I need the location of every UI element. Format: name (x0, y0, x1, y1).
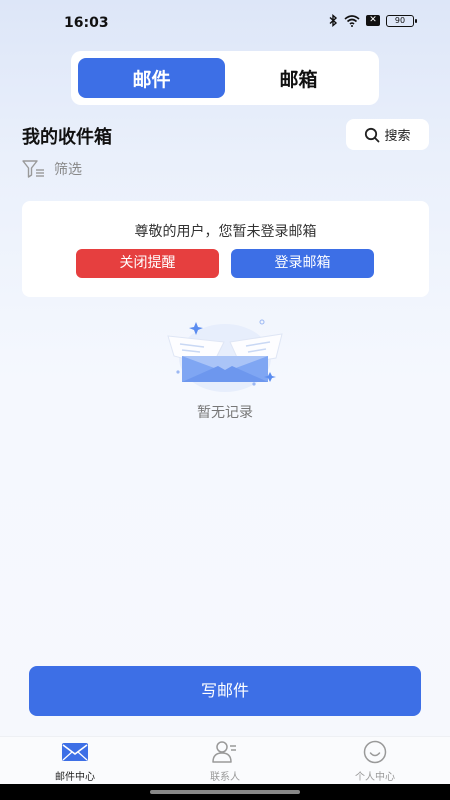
tab-mail[interactable]: 邮件 (78, 58, 225, 98)
empty-state-text: 暂无记录 (197, 405, 253, 421)
search-label: 搜索 (384, 129, 411, 144)
filter-icon (22, 160, 44, 178)
bottom-tab-bar: 邮件中心 联系人 个人中心 (0, 736, 450, 784)
segment-control: 邮件 邮箱 (71, 51, 379, 105)
profile-icon (360, 739, 390, 765)
status-time: 16:03 (64, 15, 109, 31)
bluetooth-icon (329, 14, 338, 27)
login-mailbox-button[interactable]: 登录邮箱 (231, 249, 374, 278)
search-button[interactable]: 搜索 (346, 119, 429, 150)
status-bar: 16:03 ✕ 90 (0, 0, 450, 44)
wifi-icon (344, 14, 360, 27)
notice-message: 尊敬的用户，您暂未登录邮箱 (134, 224, 317, 240)
tab-label: 邮件中心 (55, 772, 95, 783)
filter-button[interactable]: 筛选 (22, 159, 82, 179)
tab-label: 个人中心 (355, 772, 395, 783)
no-sim-icon: ✕ (366, 15, 380, 26)
tab-mailbox[interactable]: 邮箱 (225, 58, 372, 98)
gesture-bar (0, 784, 450, 800)
filter-label: 筛选 (54, 162, 82, 178)
contacts-icon (210, 739, 240, 765)
compose-mail-button[interactable]: 写邮件 (29, 666, 421, 716)
battery-icon: 90 (386, 14, 417, 27)
close-reminder-button[interactable]: 关闭提醒 (76, 249, 219, 278)
login-notice-card: 尊敬的用户，您暂未登录邮箱 关闭提醒 登录邮箱 (22, 201, 429, 297)
page-title: 我的收件箱 (22, 127, 112, 148)
search-icon (365, 127, 380, 142)
tab-label: 联系人 (210, 772, 240, 783)
mail-icon (60, 739, 90, 765)
tab-mail-center[interactable]: 邮件中心 (0, 737, 150, 784)
status-icons: ✕ 90 (328, 14, 417, 27)
tab-contacts[interactable]: 联系人 (150, 737, 300, 784)
empty-mail-illustration-icon (167, 319, 283, 392)
tab-profile[interactable]: 个人中心 (300, 737, 450, 784)
home-indicator[interactable] (150, 790, 300, 794)
